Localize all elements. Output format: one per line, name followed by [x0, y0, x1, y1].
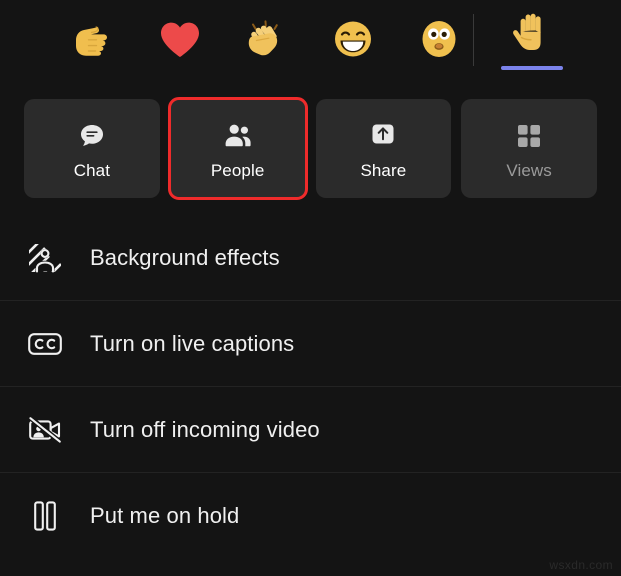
- reaction-list: [62, 0, 470, 88]
- menu-item-label: Put me on hold: [90, 503, 240, 528]
- quick-action-share[interactable]: Share: [315, 99, 452, 198]
- quick-action-label: People: [210, 161, 265, 180]
- background-effects-icon: [0, 240, 90, 276]
- people-icon: [222, 116, 254, 156]
- pause-icon: [0, 499, 90, 533]
- heart-icon: [157, 16, 203, 62]
- raise-hand-active-indicator: [501, 66, 563, 70]
- clap-icon: [243, 16, 289, 62]
- quick-action-people[interactable]: People: [167, 97, 308, 200]
- reaction-heart[interactable]: [149, 8, 211, 70]
- reaction-thumbs-up[interactable]: [62, 8, 124, 70]
- menu-item-incoming-video[interactable]: Turn off incoming video: [0, 387, 621, 473]
- quick-actions-row: Chat People Share Views: [0, 97, 621, 200]
- menu-item-label: Turn on live captions: [90, 330, 295, 356]
- reaction-laugh[interactable]: [322, 8, 384, 70]
- views-icon: [514, 116, 544, 156]
- reaction-bar: [0, 0, 621, 88]
- quick-action-label: Views: [506, 161, 552, 180]
- menu-item-live-captions[interactable]: Turn on live captions: [0, 301, 621, 387]
- raise-hand-icon: [509, 8, 555, 60]
- reaction-clap[interactable]: [235, 8, 297, 70]
- closed-captions-icon: [0, 329, 90, 359]
- share-icon: [366, 116, 400, 156]
- reaction-surprised[interactable]: [408, 8, 470, 70]
- menu-item-background-effects[interactable]: Background effects: [0, 215, 621, 301]
- quick-action-label: Share: [360, 161, 407, 180]
- video-off-icon: [0, 415, 90, 445]
- chat-icon: [77, 116, 107, 156]
- quick-action-views[interactable]: Views: [461, 99, 597, 198]
- menu-item-label: Background effects: [90, 244, 280, 270]
- surprised-icon: [416, 16, 462, 62]
- quick-action-chat[interactable]: Chat: [24, 99, 160, 198]
- thumbs-up-icon: [70, 16, 116, 62]
- laugh-icon: [330, 16, 376, 62]
- quick-action-label: Chat: [73, 161, 111, 180]
- reaction-divider: [473, 14, 474, 66]
- watermark: wsxdn.com: [549, 558, 613, 572]
- reaction-raise-hand[interactable]: [497, 8, 567, 80]
- menu-list: Background effects Turn on live captions: [0, 215, 621, 559]
- menu-item-put-on-hold[interactable]: Put me on hold: [0, 473, 621, 559]
- menu-item-label: Turn off incoming video: [90, 416, 320, 442]
